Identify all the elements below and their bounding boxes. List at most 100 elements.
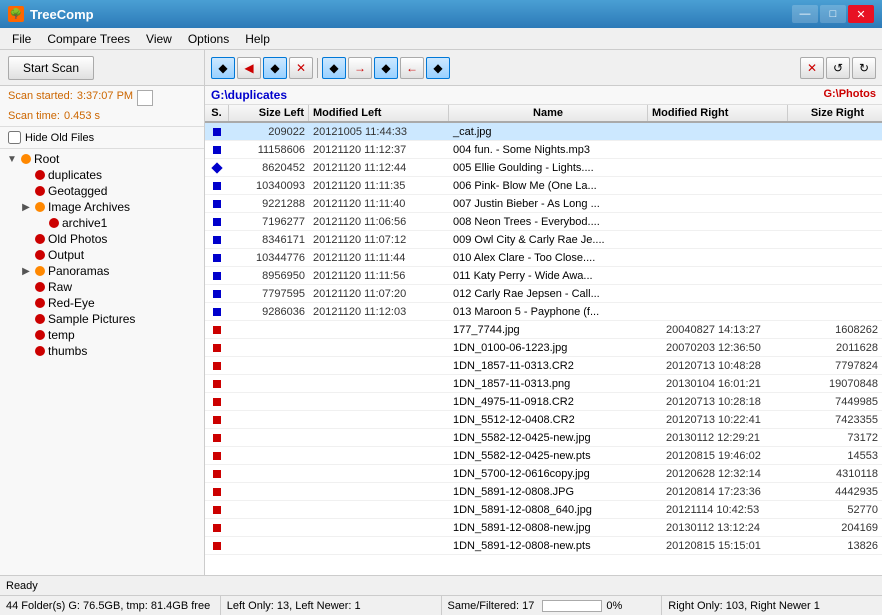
size-right: 14553 <box>802 450 882 462</box>
tree-item[interactable]: Geotagged <box>2 183 202 199</box>
title-bar: 🌳 TreeComp — □ ✕ <box>0 0 882 28</box>
tree-item[interactable]: Output <box>2 247 202 263</box>
tree-item[interactable]: Old Photos <box>2 231 202 247</box>
tree-item[interactable]: thumbs <box>2 343 202 359</box>
file-name: 1DN_5512-12-0408.CR2 <box>449 414 662 426</box>
status-same-filtered: Same/Filtered: 17 0% <box>442 596 663 615</box>
toolbar-btn-3[interactable]: ◆ <box>263 57 287 79</box>
close-button[interactable]: ✕ <box>848 5 874 23</box>
file-name: _cat.jpg <box>449 126 662 138</box>
table-row[interactable]: 177_7744.jpg20040827 14:13:271608262 <box>205 321 882 339</box>
table-row[interactable]: 1DN_5891-12-0808-new.pts20120815 15:15:0… <box>205 537 882 555</box>
size-left: 8956950 <box>229 270 309 282</box>
app-title: TreeComp <box>30 7 94 22</box>
table-row[interactable]: 1DN_5891-12-0808-new.jpg20130112 13:12:2… <box>205 519 882 537</box>
table-row[interactable]: 862045220121120 11:12:44005 Ellie Gouldi… <box>205 159 882 177</box>
toolbar-btn-4[interactable]: ◆ <box>322 57 346 79</box>
toolbar-btn-1[interactable]: ◆ <box>211 57 235 79</box>
tree-item[interactable]: ▶Panoramas <box>2 263 202 279</box>
menu-help[interactable]: Help <box>237 30 278 48</box>
col-header-size-left: Size Left <box>229 105 309 121</box>
col-header-size-right: Size Right <box>788 105 868 121</box>
toolbar-btn-refresh2[interactable]: ↻ <box>852 57 876 79</box>
toolbar-btn-7[interactable]: ← <box>400 57 424 79</box>
tree-item[interactable]: ▶Image Archives <box>2 199 202 215</box>
table-row[interactable]: 1DN_5582-12-0425-new.jpg20130112 12:29:2… <box>205 429 882 447</box>
table-row[interactable]: 20902220121005 11:44:33_cat.jpg <box>205 123 882 141</box>
table-row[interactable]: 1DN_5891-12-0808_640.jpg20121114 10:42:5… <box>205 501 882 519</box>
toolbar-btn-6[interactable]: ◆ <box>374 57 398 79</box>
table-row[interactable]: 1DN_0100-06-1223.jpg20070203 12:36:50201… <box>205 339 882 357</box>
table-row[interactable]: 1DN_1857-11-0313.png20130104 16:01:21190… <box>205 375 882 393</box>
tree-dot <box>35 186 45 196</box>
status-left-only: Left Only: 13, Left Newer: 1 <box>221 596 442 615</box>
red-dot-icon <box>213 344 221 352</box>
table-row[interactable]: 1115860620121120 11:12:37004 fun. - Some… <box>205 141 882 159</box>
table-row[interactable]: 1DN_4975-11-0918.CR220120713 10:28:18744… <box>205 393 882 411</box>
table-row[interactable]: 834617120121120 11:07:12009 Owl City & C… <box>205 231 882 249</box>
file-list[interactable]: 20902220121005 11:44:33_cat.jpg111586062… <box>205 123 882 575</box>
expand-icon[interactable]: ▼ <box>6 154 18 165</box>
menu-compare-trees[interactable]: Compare Trees <box>39 30 138 48</box>
blue-dot-icon <box>213 182 221 190</box>
toolbar-btn-x1[interactable]: ✕ <box>289 57 313 79</box>
red-dot-icon <box>213 488 221 496</box>
size-left: 10340093 <box>229 180 309 192</box>
minimize-button[interactable]: — <box>792 5 818 23</box>
table-row[interactable]: 1034009320121120 11:11:35006 Pink- Blow … <box>205 177 882 195</box>
tree-item[interactable]: Sample Pictures <box>2 311 202 327</box>
table-row[interactable]: 779759520121120 11:07:20012 Carly Rae Je… <box>205 285 882 303</box>
toolbar-btn-x2[interactable]: ✕ <box>800 57 824 79</box>
table-row[interactable]: 1DN_5512-12-0408.CR220120713 10:22:41742… <box>205 411 882 429</box>
table-row[interactable]: 922128820121120 11:11:40007 Justin Biebe… <box>205 195 882 213</box>
menu-options[interactable]: Options <box>180 30 237 48</box>
red-dot-icon <box>213 362 221 370</box>
hide-old-files-checkbox[interactable] <box>8 131 21 144</box>
table-row[interactable]: 1DN_5582-12-0425-new.pts20120815 19:46:0… <box>205 447 882 465</box>
toolbar-btn-refresh1[interactable]: ↺ <box>826 57 850 79</box>
file-name: 012 Carly Rae Jepsen - Call... <box>449 288 662 300</box>
row-indicator <box>205 182 229 190</box>
row-indicator <box>205 290 229 298</box>
toolbar-btn-2[interactable]: ◀ <box>237 57 261 79</box>
modified-right: 20040827 14:13:27 <box>662 324 802 336</box>
toolbar-btn-5[interactable]: → <box>348 57 372 79</box>
table-row[interactable]: 719627720121120 11:06:56008 Neon Trees -… <box>205 213 882 231</box>
tree-dot <box>35 298 45 308</box>
menu-view[interactable]: View <box>138 30 180 48</box>
row-indicator <box>205 416 229 424</box>
expand-icon[interactable]: ▶ <box>20 202 32 213</box>
table-row[interactable]: 1DN_5700-12-0616copy.jpg20120628 12:32:1… <box>205 465 882 483</box>
blue-dot-icon <box>213 272 221 280</box>
tree-item[interactable]: temp <box>2 327 202 343</box>
toolbar-btn-8[interactable]: ◆ <box>426 57 450 79</box>
content-area: Start Scan Scan started: 3:37:07 PM Scan… <box>0 50 882 575</box>
menu-file[interactable]: File <box>4 30 39 48</box>
tree-label: thumbs <box>48 344 87 358</box>
tree-item[interactable]: Raw <box>2 279 202 295</box>
start-scan-button[interactable]: Start Scan <box>8 56 94 80</box>
row-indicator <box>205 146 229 154</box>
file-name: 005 Ellie Goulding - Lights.... <box>449 162 662 174</box>
table-row[interactable]: 928603620121120 11:12:03013 Maroon 5 - P… <box>205 303 882 321</box>
table-row[interactable]: 1DN_5891-12-0808.JPG20120814 17:23:36444… <box>205 483 882 501</box>
modified-left: 20121120 11:11:56 <box>309 270 449 282</box>
right-panel: ◆ ◀ ◆ ✕ ◆ → ◆ ← ◆ ✕ ↺ ↻ G:\duplicates G:… <box>205 50 882 575</box>
expand-icon[interactable]: ▶ <box>20 266 32 277</box>
maximize-button[interactable]: □ <box>820 5 846 23</box>
file-name: 1DN_1857-11-0313.CR2 <box>449 360 662 372</box>
table-row[interactable]: 1DN_1857-11-0313.CR220120713 10:48:28779… <box>205 357 882 375</box>
tree-dot <box>35 234 45 244</box>
tree-item[interactable]: ▼Root <box>2 151 202 167</box>
file-name: 1DN_5700-12-0616copy.jpg <box>449 468 662 480</box>
tree-container[interactable]: ▼RootduplicatesGeotagged▶Image Archivesa… <box>0 149 204 575</box>
tree-item[interactable]: archive1 <box>2 215 202 231</box>
table-row[interactable]: 895695020121120 11:11:56011 Katy Perry -… <box>205 267 882 285</box>
file-name: 1DN_5891-12-0808_640.jpg <box>449 504 662 516</box>
table-row[interactable]: 1034477620121120 11:11:44010 Alex Clare … <box>205 249 882 267</box>
scan-info: Scan started: 3:37:07 PM Scan time: 0.45… <box>0 86 204 127</box>
tree-item[interactable]: duplicates <box>2 167 202 183</box>
tree-item[interactable]: Red-Eye <box>2 295 202 311</box>
status-bar-area: Ready 44 Folder(s) G: 76.5GB, tmp: 81.4G… <box>0 575 882 615</box>
menu-bar: File Compare Trees View Options Help <box>0 28 882 50</box>
